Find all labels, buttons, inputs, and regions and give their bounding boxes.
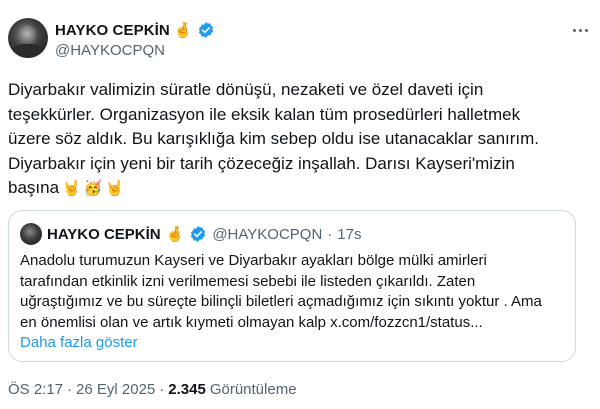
separator-dot: · xyxy=(159,381,165,398)
more-options-icon[interactable] xyxy=(568,22,592,38)
tweet-line: Diyarbakır valimizin süratle dönüşü, nez… xyxy=(8,80,484,99)
tweet-header: HAYKO CEPKİN 🤞 @HAYKOCPQN xyxy=(8,18,592,70)
author-name[interactable]: HAYKO CEPKİN xyxy=(55,22,170,39)
tweet-text: Diyarbakır valimizin süratle dönüşü, nez… xyxy=(8,78,588,202)
separator-dot: · xyxy=(327,225,333,243)
separator-dot: · xyxy=(67,381,73,398)
show-more-link[interactable]: Daha fazla göster xyxy=(20,333,570,354)
quoted-line: en önemlisi olan ve artık kıymeti olmaya… xyxy=(20,313,483,331)
author-avatar[interactable] xyxy=(8,18,48,58)
quoted-tweet-header: HAYKO CEPKİN 🤞 @HAYKOCPQN · 17s xyxy=(20,223,361,245)
party-face-icon: 🥳 xyxy=(83,180,103,197)
tweet-date[interactable]: 26 Eyl 2025 xyxy=(76,381,155,398)
tweet-line: teşekkürler. Organizasyon ile eksik kala… xyxy=(8,104,521,124)
verified-badge-icon xyxy=(197,21,215,39)
crossed-fingers-icon: 🤞 xyxy=(173,21,193,39)
author-handle[interactable]: @HAYKOCPQN xyxy=(55,42,165,59)
quoted-tweet[interactable]: HAYKO CEPKİN 🤞 @HAYKOCPQN · 17s Anadolu … xyxy=(8,210,576,362)
tweet-line: Diyarbakır için yeni bir tarih çözeceğiz… xyxy=(8,153,515,173)
horns-hand-icon: 🤘 xyxy=(62,180,81,197)
tweet-meta: ÖS 2:17 · 26 Eyl 2025 · 2.345 Görüntülem… xyxy=(8,381,297,398)
quoted-author-name: HAYKO CEPKİN xyxy=(47,225,161,243)
quoted-tweet-time: 17s xyxy=(337,225,362,243)
quoted-author-handle: @HAYKOCPQN xyxy=(212,225,323,243)
quoted-line: Anadolu turumuzun Kayseri ve Diyarbakır … xyxy=(20,252,487,269)
views-label: Görüntüleme xyxy=(209,381,297,398)
quoted-line: uğraştığımız ve bu süreçte bilinçli bile… xyxy=(20,293,542,310)
quoted-author-avatar xyxy=(20,223,42,245)
views-count: 2.345 xyxy=(168,381,206,398)
quoted-tweet-text: Anadolu turumuzun Kayseri ve Diyarbakır … xyxy=(20,251,570,354)
tweet-time[interactable]: ÖS 2:17 xyxy=(8,381,63,398)
tweet-line-text: başına xyxy=(8,178,60,197)
tweet-line: üzere söz aldık. Bu karışıklığa kim sebe… xyxy=(8,129,540,148)
verified-badge-icon xyxy=(189,225,207,243)
quoted-line: tarafından etkinlik izni verilmemesi seb… xyxy=(20,272,476,290)
horns-hand-icon: 🤘 xyxy=(105,180,125,197)
tweet-line-last: başına 🤘 🥳 🤘 xyxy=(8,176,588,202)
author-name-row: HAYKO CEPKİN 🤞 xyxy=(55,19,215,41)
crossed-fingers-icon: 🤞 xyxy=(165,225,185,243)
